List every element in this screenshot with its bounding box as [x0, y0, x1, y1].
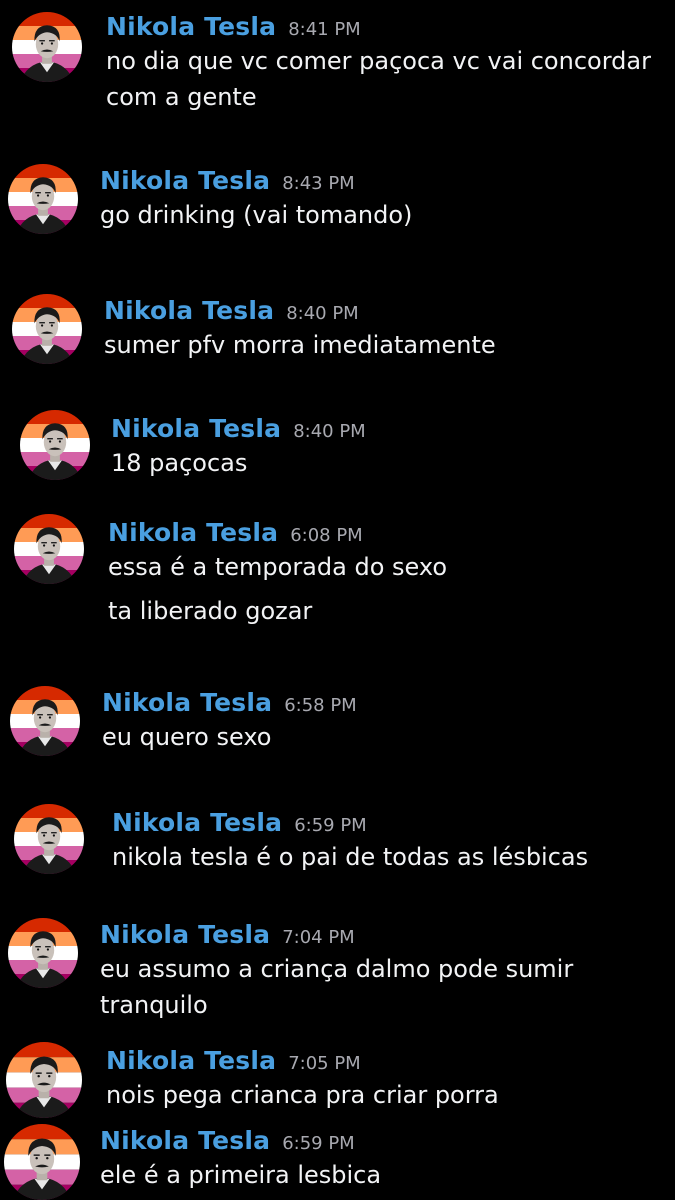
message-content: Nikola Tesla 8:40 PM sumer pfv morra ime…	[104, 296, 675, 363]
message-content: Nikola Tesla 8:41 PM no dia que vc comer…	[106, 12, 675, 115]
nikola-tesla-portrait-lesbian-flag-icon	[4, 1124, 80, 1200]
timestamp: 6:08 PM	[290, 525, 363, 546]
message-group: Nikola Tesla 7:04 PM eu assumo a criança…	[0, 916, 675, 1036]
message-group: Nikola Tesla 6:59 PM nikola tesla é o pa…	[0, 800, 675, 890]
timestamp: 7:04 PM	[282, 927, 355, 948]
avatar[interactable]	[8, 164, 78, 234]
message-text: eu quero sexo	[102, 723, 272, 751]
message-group: Nikola Tesla 8:43 PM go drinking (vai to…	[0, 160, 675, 250]
message-content: Nikola Tesla 8:43 PM go drinking (vai to…	[100, 166, 675, 233]
message-content: Nikola Tesla 7:04 PM eu assumo a criança…	[100, 920, 675, 1023]
message-text: go drinking (vai tomando)	[100, 201, 413, 229]
message-text: sumer pfv morra imediatamente	[104, 331, 496, 359]
avatar[interactable]	[12, 12, 82, 82]
nikola-tesla-portrait-lesbian-flag-icon	[20, 410, 90, 480]
message-group: Nikola Tesla 6:58 PM eu quero sexo	[0, 682, 675, 772]
message-group: Nikola Tesla 8:40 PM 18 paçocas	[0, 406, 675, 496]
avatar[interactable]	[6, 1042, 82, 1118]
timestamp: 8:41 PM	[288, 19, 361, 40]
message-content: Nikola Tesla 6:08 PM essa é a temporada …	[108, 518, 675, 629]
message-text: ele é a primeira lesbica	[100, 1161, 382, 1189]
timestamp: 7:05 PM	[288, 1053, 361, 1074]
avatar[interactable]	[14, 514, 84, 584]
author-name[interactable]: Nikola Tesla	[106, 1046, 276, 1075]
message-text: 18 paçocas	[111, 449, 248, 477]
message-text: ta liberado gozar	[108, 597, 313, 625]
message-group: Nikola Tesla 8:41 PM no dia que vc comer…	[0, 10, 675, 130]
timestamp: 6:59 PM	[294, 815, 367, 836]
nikola-tesla-portrait-lesbian-flag-icon	[8, 164, 78, 234]
avatar[interactable]	[20, 410, 90, 480]
nikola-tesla-portrait-lesbian-flag-icon	[12, 294, 82, 364]
author-name[interactable]: Nikola Tesla	[100, 166, 270, 195]
message-text: nikola tesla é o pai de todas as lésbica…	[112, 843, 589, 871]
message-content: Nikola Tesla 6:58 PM eu quero sexo	[102, 688, 675, 755]
chat-screen: { "flag_colors": ["#d62900", "#ff9b55", …	[0, 0, 675, 1200]
message-content: Nikola Tesla 6:59 PM nikola tesla é o pa…	[112, 808, 675, 875]
author-name[interactable]: Nikola Tesla	[108, 518, 278, 547]
message-content: Nikola Tesla 7:05 PM nois pega crianca p…	[106, 1046, 675, 1113]
avatar[interactable]	[10, 686, 80, 756]
nikola-tesla-portrait-lesbian-flag-icon	[8, 918, 78, 988]
timestamp: 6:58 PM	[284, 695, 357, 716]
timestamp: 8:40 PM	[286, 303, 359, 324]
author-name[interactable]: Nikola Tesla	[104, 296, 274, 325]
message-group: Nikola Tesla 7:05 PM nois pega crianca p…	[0, 1040, 675, 1120]
nikola-tesla-portrait-lesbian-flag-icon	[12, 12, 82, 82]
nikola-tesla-portrait-lesbian-flag-icon	[14, 514, 84, 584]
message-group: Nikola Tesla 6:59 PM ele é a primeira le…	[0, 1122, 675, 1200]
author-name[interactable]: Nikola Tesla	[100, 1126, 270, 1155]
message-group: Nikola Tesla 8:40 PM sumer pfv morra ime…	[0, 290, 675, 380]
message-text: no dia que vc comer paçoca vc vai concor…	[106, 47, 651, 111]
message-text: essa é a temporada do sexo	[108, 553, 447, 581]
avatar[interactable]	[14, 804, 84, 874]
author-name[interactable]: Nikola Tesla	[102, 688, 272, 717]
nikola-tesla-portrait-lesbian-flag-icon	[6, 1042, 82, 1118]
timestamp: 6:59 PM	[282, 1133, 355, 1154]
message-content: Nikola Tesla 8:40 PM 18 paçocas	[111, 414, 675, 481]
author-name[interactable]: Nikola Tesla	[111, 414, 281, 443]
timestamp: 8:43 PM	[282, 173, 355, 194]
author-name[interactable]: Nikola Tesla	[112, 808, 282, 837]
nikola-tesla-portrait-lesbian-flag-icon	[10, 686, 80, 756]
message-group: Nikola Tesla 6:08 PM essa é a temporada …	[0, 512, 675, 642]
nikola-tesla-portrait-lesbian-flag-icon	[14, 804, 84, 874]
avatar[interactable]	[8, 918, 78, 988]
message-text: nois pega crianca pra criar porra	[106, 1081, 499, 1109]
message-text: eu assumo a criança dalmo pode sumir tra…	[100, 955, 574, 1019]
message-content: Nikola Tesla 6:59 PM ele é a primeira le…	[100, 1126, 675, 1193]
author-name[interactable]: Nikola Tesla	[106, 12, 276, 41]
avatar[interactable]	[12, 294, 82, 364]
author-name[interactable]: Nikola Tesla	[100, 920, 270, 949]
avatar[interactable]	[4, 1124, 80, 1200]
timestamp: 8:40 PM	[293, 421, 366, 442]
